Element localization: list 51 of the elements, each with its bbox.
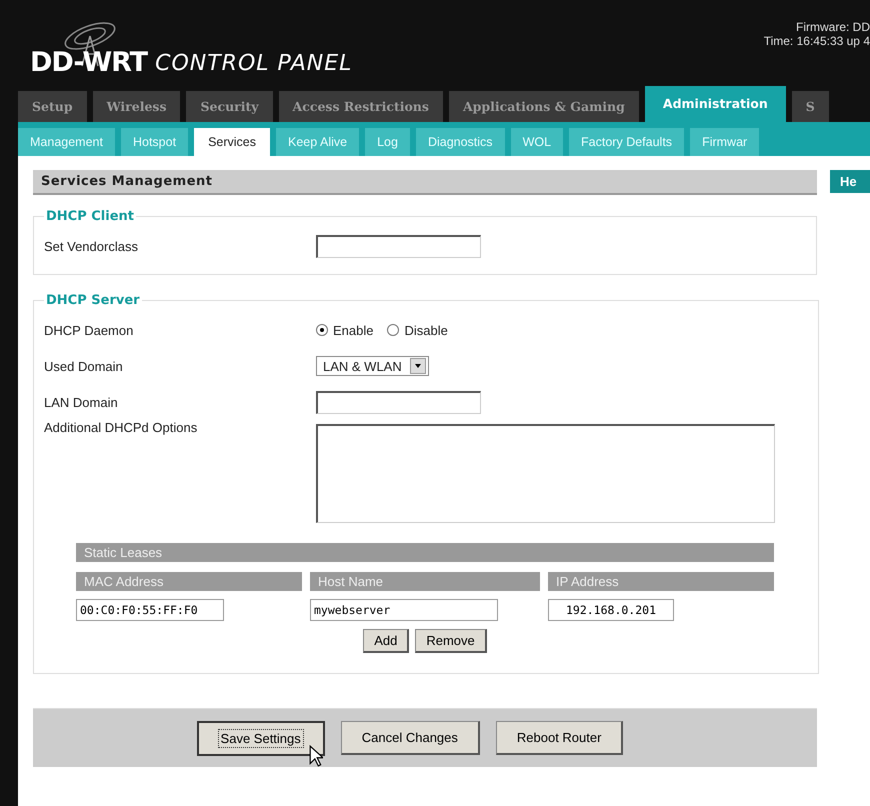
sub-tab[interactable]: Keep Alive <box>276 128 360 156</box>
nav-tab[interactable]: Access Restrictions <box>278 91 443 122</box>
sub-tab[interactable]: Services <box>194 128 270 156</box>
options-textarea[interactable] <box>316 424 775 523</box>
table-button[interactable]: Remove <box>415 629 487 653</box>
firmware-text: Firmware: DD <box>796 20 870 34</box>
sub-tab[interactable]: Firmwar <box>690 128 760 156</box>
sub-tab[interactable]: Diagnostics <box>416 128 505 156</box>
column-header: Host Name <box>310 572 540 591</box>
input-field[interactable]: mywebserver <box>310 599 498 621</box>
action-button[interactable]: Reboot Router <box>496 721 624 755</box>
action-button[interactable]: Save Settings <box>196 720 325 756</box>
group-legend: DHCP Server <box>44 293 142 308</box>
radio-option[interactable]: Disable <box>387 322 448 338</box>
domain-dropdown[interactable]: LAN & WLAN <box>316 356 429 376</box>
uptime-text: Time: 16:45:33 up 4 <box>764 34 870 48</box>
sub-tab[interactable]: Hotspot <box>120 128 188 156</box>
nav-tab[interactable]: Wireless <box>92 91 180 122</box>
column-header: MAC Address <box>76 572 302 591</box>
sub-tab[interactable]: Factory Defaults <box>569 128 684 156</box>
help-button[interactable]: He <box>830 170 870 193</box>
section-header: Services Management <box>33 170 817 195</box>
radio-button[interactable] <box>316 324 328 336</box>
radio-button[interactable] <box>387 324 400 336</box>
input-field[interactable] <box>316 234 481 258</box>
field-label: Used Domain <box>44 358 124 374</box>
nav-tab[interactable]: Applications & Gaming <box>448 91 639 122</box>
sub-tab[interactable]: WOL <box>510 128 564 156</box>
nav-tab[interactable]: S <box>792 91 829 122</box>
input-field[interactable]: 00:C0:F0:55:FF:F0 <box>76 599 224 621</box>
input-field[interactable]: 192.168.0.201 <box>548 599 674 621</box>
field-label: LAN Domain <box>44 394 119 410</box>
caret-icon <box>414 364 421 368</box>
panel-title: CONTROL PANEL <box>155 51 352 78</box>
nav-tab[interactable]: Setup <box>18 91 87 122</box>
field-label: DHCP Daemon <box>44 322 134 338</box>
nav-tab[interactable]: Administration <box>644 86 786 122</box>
column-header: IP Address <box>548 572 774 591</box>
input-field[interactable] <box>316 390 481 414</box>
radio-option[interactable]: Enable <box>316 322 374 338</box>
table-title: Static Leases <box>76 543 774 562</box>
group-legend: DHCP Client <box>44 209 136 224</box>
sub-tab[interactable]: Log <box>365 128 410 156</box>
sub-tab[interactable]: Management <box>18 128 115 156</box>
mouse-pointer-icon <box>309 745 323 767</box>
field-label: Set Vendorclass <box>44 238 139 254</box>
nav-tab[interactable]: Security <box>186 91 273 122</box>
field-label: Additional DHCPd Options <box>44 420 198 435</box>
table-button[interactable]: Add <box>363 629 410 653</box>
logo-text: DD-WRT <box>30 47 148 78</box>
action-button[interactable]: Cancel Changes <box>340 721 480 755</box>
